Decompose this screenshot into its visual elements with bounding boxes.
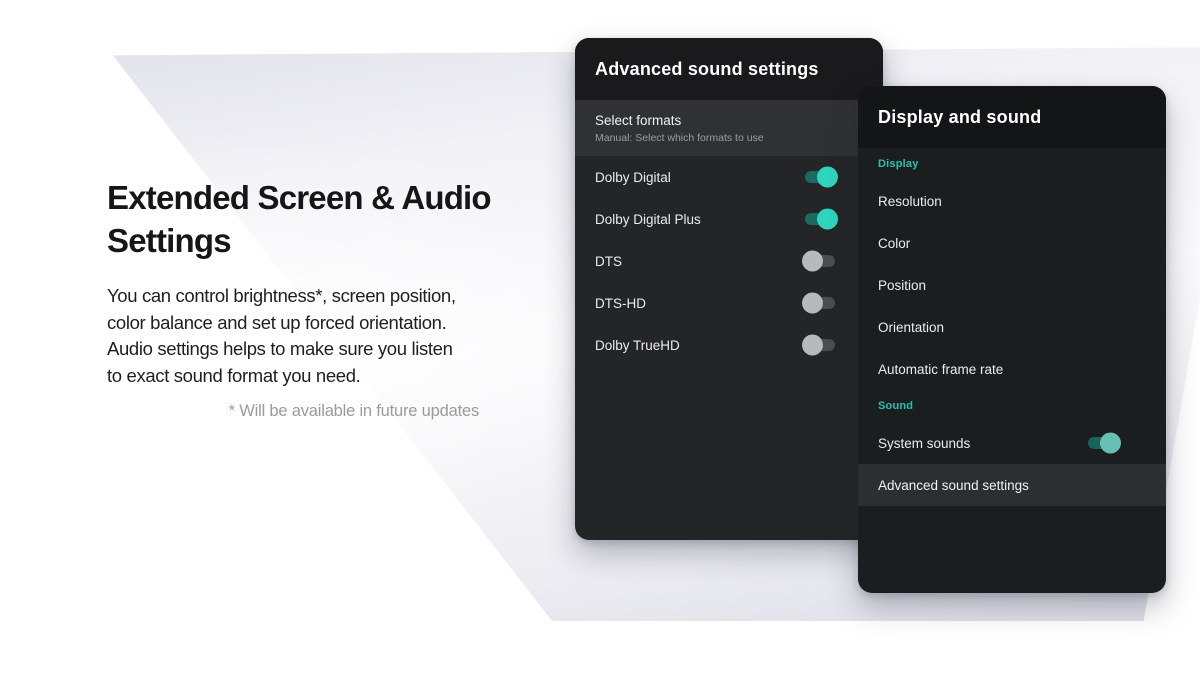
select-formats-title: Select formats bbox=[595, 112, 682, 128]
menu-item-automatic-frame-rate[interactable]: Automatic frame rate bbox=[858, 348, 1166, 390]
toggle-label: Dolby Digital Plus bbox=[595, 211, 701, 227]
advanced-panel-header: Advanced sound settings bbox=[575, 38, 883, 100]
marketing-copy: Extended Screen & Audio Settings You can… bbox=[107, 176, 547, 421]
advanced-sound-settings-panel: Advanced sound settings Select formats M… bbox=[575, 38, 883, 540]
footnote: * Will be available in future updates bbox=[228, 402, 480, 420]
menu-item-resolution[interactable]: Resolution bbox=[858, 180, 1166, 222]
select-formats-item[interactable]: Select formats Manual: Select which form… bbox=[575, 100, 883, 156]
toggle-row-system-sounds[interactable]: System sounds bbox=[858, 422, 1166, 464]
switch-knob bbox=[817, 166, 838, 188]
toggle-switch[interactable] bbox=[802, 250, 835, 272]
toggle-switch[interactable] bbox=[802, 292, 835, 314]
toggle-label: DTS bbox=[595, 253, 622, 269]
toggle-row-dolby-digital[interactable]: Dolby Digital bbox=[575, 156, 883, 198]
toggle-label: System sounds bbox=[878, 435, 971, 451]
toggle-label: Dolby Digital bbox=[595, 169, 671, 185]
toggle-row-dts-hd[interactable]: DTS-HD bbox=[575, 282, 883, 324]
toggle-switch[interactable] bbox=[805, 166, 838, 188]
section-label-display: Display bbox=[878, 158, 919, 170]
toggle-label: Dolby TrueHD bbox=[595, 337, 680, 353]
toggle-switch[interactable] bbox=[1088, 432, 1121, 454]
switch-knob bbox=[817, 208, 838, 230]
toggle-row-dolby-truehd[interactable]: Dolby TrueHD bbox=[575, 324, 883, 366]
description-line: You can control brightness*, screen posi… bbox=[107, 285, 456, 306]
toggle-row-dts[interactable]: DTS bbox=[575, 240, 883, 282]
menu-item-position[interactable]: Position bbox=[858, 264, 1166, 306]
display-panel-header: Display and sound bbox=[858, 86, 1166, 148]
page: Extended Screen & Audio Settings You can… bbox=[0, 0, 1200, 675]
description-line: color balance and set up forced orientat… bbox=[107, 311, 447, 333]
menu-item-advanced-sound-settings[interactable]: Advanced sound settings bbox=[858, 464, 1166, 506]
display-panel-title: Display and sound bbox=[878, 106, 1042, 127]
display-and-sound-panel: Display and sound Display Resolution Col… bbox=[858, 86, 1166, 593]
switch-knob bbox=[1100, 432, 1121, 454]
menu-item-orientation[interactable]: Orientation bbox=[858, 306, 1166, 348]
toggle-row-dolby-digital-plus[interactable]: Dolby Digital Plus bbox=[575, 198, 883, 240]
page-description: You can control brightness*, screen posi… bbox=[107, 283, 547, 389]
description-line: Audio settings helps to make sure you li… bbox=[107, 338, 453, 359]
description-line: to exact sound format you need. bbox=[107, 364, 361, 386]
select-formats-subtitle: Manual: Select which formats to use bbox=[595, 131, 764, 144]
switch-knob bbox=[802, 334, 823, 356]
switch-knob bbox=[802, 292, 823, 314]
toggle-label: DTS-HD bbox=[595, 295, 646, 311]
menu-item-color[interactable]: Color bbox=[858, 222, 1166, 264]
section-label-sound: Sound bbox=[878, 400, 914, 412]
advanced-panel-title: Advanced sound settings bbox=[595, 58, 819, 79]
switch-knob bbox=[802, 250, 823, 272]
toggle-switch[interactable] bbox=[802, 334, 835, 356]
toggle-switch[interactable] bbox=[805, 208, 838, 230]
page-title: Extended Screen & Audio Settings bbox=[107, 179, 492, 259]
